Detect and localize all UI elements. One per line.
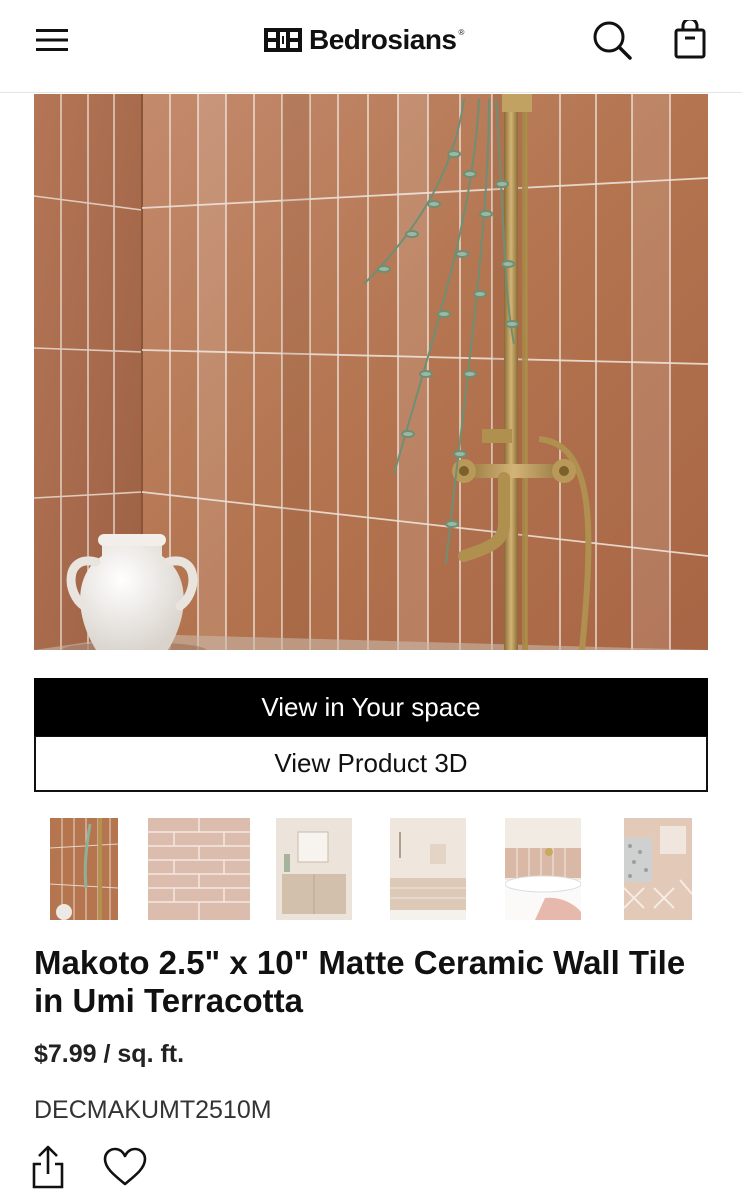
registered-mark: ® [458,28,465,37]
product-title: Makoto 2.5" x 10" Matte Ceramic Wall Til… [34,944,686,1019]
thumbnail-4[interactable] [390,818,466,920]
shopping-bag-icon[interactable] [672,20,708,60]
share-icon[interactable] [30,1144,66,1190]
view-product-3d-button[interactable]: View Product 3D [34,736,708,792]
brand-name: Bedrosians [309,24,457,55]
top-nav-bar: Bedrosians ® [0,0,742,93]
product-hero-image[interactable] [34,94,708,650]
heart-icon[interactable] [102,1146,148,1188]
thumbnail-strip [0,818,742,922]
thumbnail-1[interactable] [50,818,118,920]
thumbnail-6[interactable] [624,818,692,920]
thumbnail-5[interactable] [505,818,581,920]
product-price: $7.99 / sq. ft. [34,1040,185,1068]
thumbnail-3[interactable] [276,818,352,920]
menu-icon[interactable] [36,28,70,52]
brand-logo[interactable]: Bedrosians ® [263,22,464,58]
shower-scene [34,94,708,650]
view-in-your-space-button[interactable]: View in Your space [34,678,708,736]
brand-mark-icon [264,28,302,52]
product-sku: DECMAKUMT2510M [34,1096,272,1124]
search-icon[interactable] [592,20,632,60]
thumbnail-2[interactable] [148,818,250,920]
